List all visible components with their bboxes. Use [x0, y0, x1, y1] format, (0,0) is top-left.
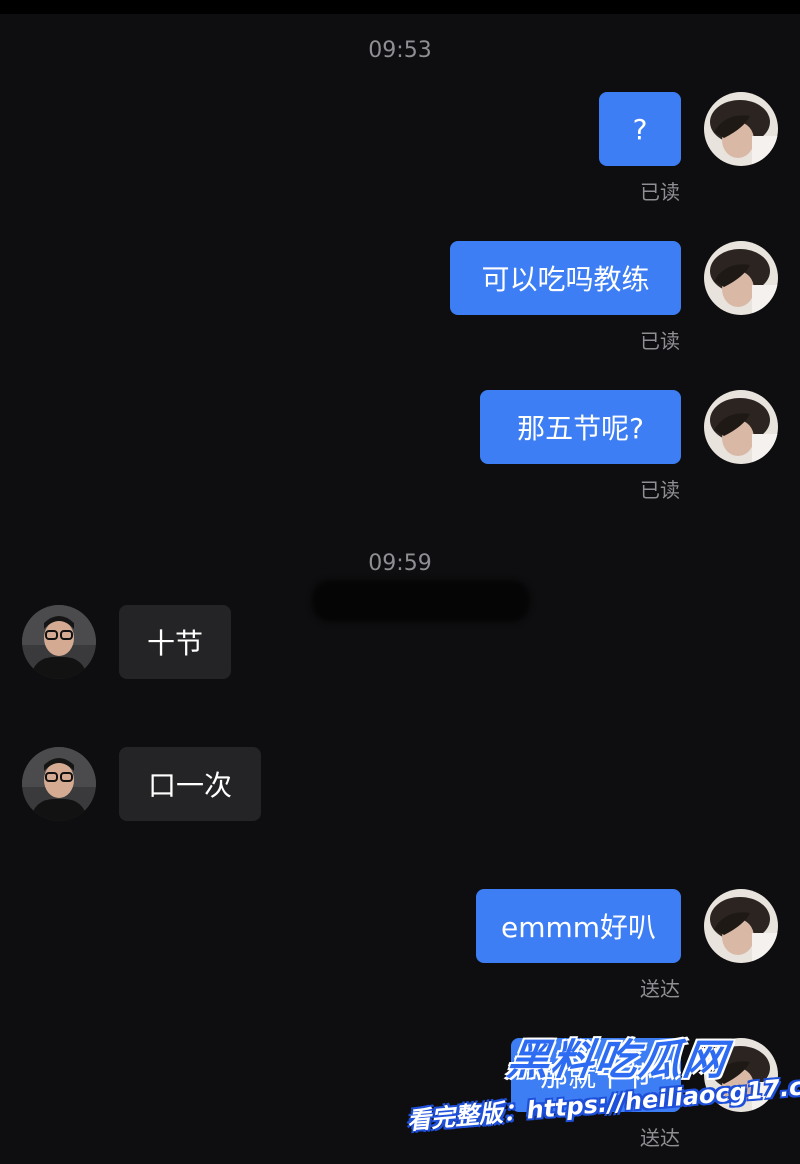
message-bubble[interactable]: 十节	[119, 605, 231, 679]
read-status: 已读	[640, 478, 680, 502]
message-row-outgoing: ? 已读	[0, 92, 800, 204]
user-avatar[interactable]	[704, 390, 778, 464]
contact-avatar[interactable]	[22, 747, 96, 821]
message-bubble[interactable]: 口一次	[119, 747, 261, 821]
message-bubble[interactable]: ?	[599, 92, 681, 166]
message-row-outgoing: emmm好叭 送达	[0, 889, 800, 1001]
message-row-outgoing: 可以吃吗教练 已读	[0, 241, 800, 353]
message-bubble[interactable]: 那五节呢?	[480, 390, 681, 464]
timestamp: 09:59	[368, 551, 432, 576]
delivery-status: 送达	[640, 977, 680, 1001]
user-avatar[interactable]	[704, 241, 778, 315]
status-bar	[0, 0, 800, 14]
message-row-incoming: 口一次	[0, 747, 800, 827]
watermark: 黑料吃瓜网 看完整版：https://heiliaocg17.com	[400, 1020, 800, 1150]
chat-screen: 09:53 ? 已读 可以吃吗教练 已读 那五节呢? 已读 09:59 十节 口…	[0, 0, 800, 1164]
read-status: 已读	[640, 180, 680, 204]
contact-avatar[interactable]	[22, 605, 96, 679]
message-row-incoming: 十节	[0, 605, 800, 685]
message-bubble[interactable]: emmm好叭	[476, 889, 681, 963]
read-status: 已读	[640, 329, 680, 353]
message-bubble[interactable]: 可以吃吗教练	[450, 241, 681, 315]
message-row-outgoing: 那五节呢? 已读	[0, 390, 800, 502]
user-avatar[interactable]	[704, 92, 778, 166]
timestamp: 09:53	[368, 38, 432, 63]
user-avatar[interactable]	[704, 889, 778, 963]
